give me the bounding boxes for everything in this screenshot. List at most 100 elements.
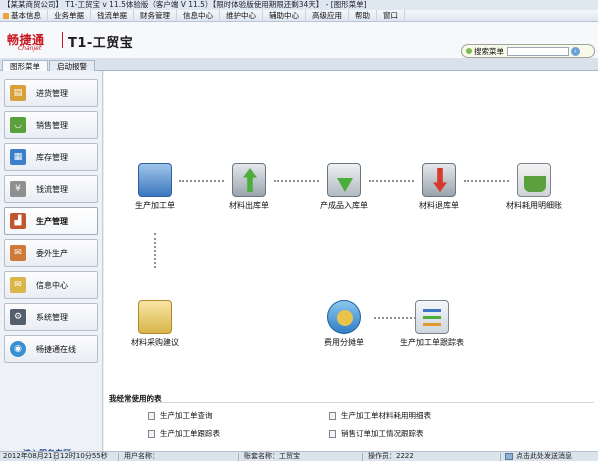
sidebar-item-label: 委外生产 (36, 248, 68, 258)
sidebar-item-online[interactable]: ◉ 畅捷通在线 (4, 335, 98, 363)
logo-divider (62, 32, 63, 48)
sidebar-item-purchase[interactable]: ▤ 进货管理 (4, 79, 98, 107)
sidebar: ▤ 进货管理 ◡ 销售管理 ▦ 库存管理 ¥ 钱流管理 ▟ 生产管理 ✉ 委外生… (0, 71, 103, 458)
menu-maintenance[interactable]: 维护中心 (220, 9, 263, 22)
node-tracking[interactable]: 生产加工单跟踪表 (387, 300, 477, 348)
fav-link-production-order-query[interactable]: 生产加工单查询 (148, 410, 213, 421)
material-ledger-icon (517, 163, 551, 197)
status-separator (55, 453, 56, 461)
tab-startup-alarm[interactable]: 启动报警 (49, 60, 95, 71)
tab-graphic-menu[interactable]: 图形菜单 (2, 60, 48, 71)
sidebar-item-sales[interactable]: ◡ 销售管理 (4, 111, 98, 139)
search-icon (466, 48, 472, 54)
money-icon: ¥ (10, 181, 26, 197)
globe-icon: ◉ (10, 341, 26, 357)
document-icon (148, 411, 155, 420)
node-product-in[interactable]: 产成品入库单 (299, 163, 389, 211)
fav-link-production-tracking[interactable]: 生产加工单跟踪表 (148, 428, 220, 439)
fav-link-material-consumption[interactable]: 生产加工单材料耗用明细表 (329, 410, 431, 421)
logo-english: Chanjet (18, 45, 42, 52)
sidebar-item-production[interactable]: ▟ 生产管理 (4, 207, 98, 235)
sidebar-item-system[interactable]: ⚙ 系统管理 (4, 303, 98, 331)
production-order-icon (138, 163, 172, 197)
system-icon: ⚙ (10, 309, 26, 325)
factory-icon: ▟ (10, 213, 26, 229)
basket-icon: ◡ (10, 117, 26, 133)
node-cost-allocation[interactable]: 费用分摊单 (299, 300, 389, 348)
fav-link-label: 生产加工单跟踪表 (160, 429, 220, 438)
status-separator (238, 453, 239, 461)
status-account: 账套名称：工贸宝 (244, 452, 300, 460)
status-time: 12时10分55秒 (60, 452, 108, 460)
node-purchase-advice[interactable]: 材料采购建议 (110, 300, 200, 348)
menu-search: 搜索菜单 › (461, 44, 595, 58)
document-icon (148, 429, 155, 438)
menu-info-center[interactable]: 信息中心 (177, 9, 220, 22)
envelope-icon: ✉ (10, 277, 26, 293)
inventory-icon: ▦ (10, 149, 26, 165)
menu-advanced[interactable]: 高级应用 (306, 9, 349, 22)
fav-link-label: 生产加工单材料耗用明细表 (341, 411, 431, 420)
menu-help[interactable]: 帮助 (349, 9, 377, 22)
node-label: 材料采购建议 (131, 338, 179, 347)
sidebar-item-label: 销售管理 (36, 120, 68, 130)
status-bar: 2012年08月21日 12时10分55秒 用户名称： 账套名称：工贸宝 操作员… (0, 451, 598, 461)
sidebar-item-cashflow[interactable]: ¥ 钱流管理 (4, 175, 98, 203)
node-label: 材料退库单 (419, 201, 459, 210)
node-material-return[interactable]: 材料退库单 (394, 163, 484, 211)
menubar: 基本信息 业务单据 钱流单据 财务管理 信息中心 维护中心 辅助中心 高级应用 … (0, 9, 598, 22)
outsource-icon: ✉ (10, 245, 26, 261)
send-message-link[interactable]: 点击此处发送消息 (516, 452, 572, 461)
sidebar-item-info-center[interactable]: ✉ 信息中心 (4, 271, 98, 299)
tab-strip: 图形菜单 启动报警 (0, 58, 598, 71)
sidebar-item-outsource[interactable]: ✉ 委外生产 (4, 239, 98, 267)
menu-finance[interactable]: 财务管理 (134, 9, 177, 22)
node-production-order[interactable]: 生产加工单 (110, 163, 200, 211)
document-icon (329, 411, 336, 420)
sidebar-item-label: 钱流管理 (36, 184, 68, 194)
sidebar-item-label: 库存管理 (36, 152, 68, 162)
product-name: T1-工贸宝 (68, 36, 134, 51)
menu-auxiliary[interactable]: 辅助中心 (263, 9, 306, 22)
production-flow-panel: 生产加工单 材料出库单 产成品入库单 材料退库单 材料耗用明细账 材料采购建议 … (104, 71, 598, 451)
sidebar-item-label: 信息中心 (36, 280, 68, 290)
fav-link-sales-order-tracking[interactable]: 销售订单加工情况跟踪表 (329, 428, 424, 439)
tracking-icon (415, 300, 449, 334)
message-icon[interactable] (505, 453, 513, 460)
node-label: 产成品入库单 (320, 201, 368, 210)
fav-link-label: 生产加工单查询 (160, 411, 213, 420)
status-separator (118, 453, 119, 461)
menu-business-docs[interactable]: 业务单据 (48, 9, 91, 22)
fav-link-label: 销售订单加工情况跟踪表 (341, 429, 424, 438)
node-label: 材料出库单 (229, 201, 269, 210)
status-date: 2012年08月21日 (3, 452, 60, 460)
sidebar-item-label: 系统管理 (36, 312, 68, 322)
status-operator: 操作员：2222 (368, 452, 414, 460)
sidebar-item-inventory[interactable]: ▦ 库存管理 (4, 143, 98, 171)
node-material-ledger[interactable]: 材料耗用明细账 (489, 163, 579, 211)
document-icon (329, 429, 336, 438)
search-label: 搜索菜单 (474, 46, 504, 56)
status-user-label: 用户名称： (124, 452, 159, 460)
search-input[interactable] (507, 46, 569, 56)
node-material-out[interactable]: 材料出库单 (204, 163, 294, 211)
node-label: 费用分摊单 (324, 338, 364, 347)
node-label: 生产加工单 (135, 201, 175, 210)
favorites-divider (108, 402, 594, 403)
node-label: 材料耗用明细账 (506, 201, 562, 210)
status-separator (362, 453, 363, 461)
status-separator (500, 453, 501, 461)
menu-window[interactable]: 窗口 (377, 9, 405, 22)
clipboard-icon: ▤ (10, 85, 26, 101)
material-out-icon (232, 163, 266, 197)
sidebar-item-label: 进货管理 (36, 88, 68, 98)
material-return-icon (422, 163, 456, 197)
search-go-icon[interactable]: › (571, 46, 580, 56)
menu-basic-info[interactable]: 基本信息 (0, 9, 48, 22)
menu-cashflow-docs[interactable]: 钱流单据 (91, 9, 134, 22)
sidebar-item-label: 畅捷通在线 (36, 344, 76, 354)
node-label: 生产加工单跟踪表 (400, 338, 464, 347)
window-title: 【某某商贸公司】 T1-工贸宝 v 11.5体验版（客户端 V 11.5）【限时… (0, 0, 598, 10)
cost-allocation-icon (327, 300, 361, 334)
product-in-icon (327, 163, 361, 197)
